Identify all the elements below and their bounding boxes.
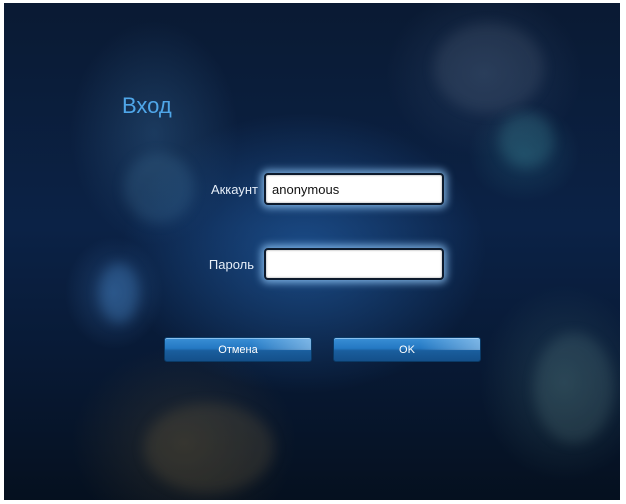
- account-label: Аккаунт: [210, 182, 258, 197]
- account-field[interactable]: [264, 173, 444, 205]
- button-shine: [251, 338, 311, 350]
- bokeh-light: [434, 23, 544, 113]
- dialog-title: Вход: [122, 93, 172, 118]
- bokeh-light: [499, 113, 554, 168]
- bokeh-light: [534, 333, 614, 443]
- cancel-button-label: Отмена: [218, 344, 258, 356]
- screen-frame: Вход Аккаунт Пароль Отмена OK: [4, 3, 620, 500]
- ok-button-label: OK: [399, 344, 415, 356]
- bokeh-light: [144, 403, 274, 493]
- password-label: Пароль: [208, 257, 254, 272]
- cancel-button[interactable]: Отмена: [164, 337, 312, 362]
- ok-button[interactable]: OK: [333, 337, 481, 362]
- password-field[interactable]: [264, 248, 444, 280]
- bokeh-light: [99, 263, 139, 323]
- button-shine: [420, 338, 480, 350]
